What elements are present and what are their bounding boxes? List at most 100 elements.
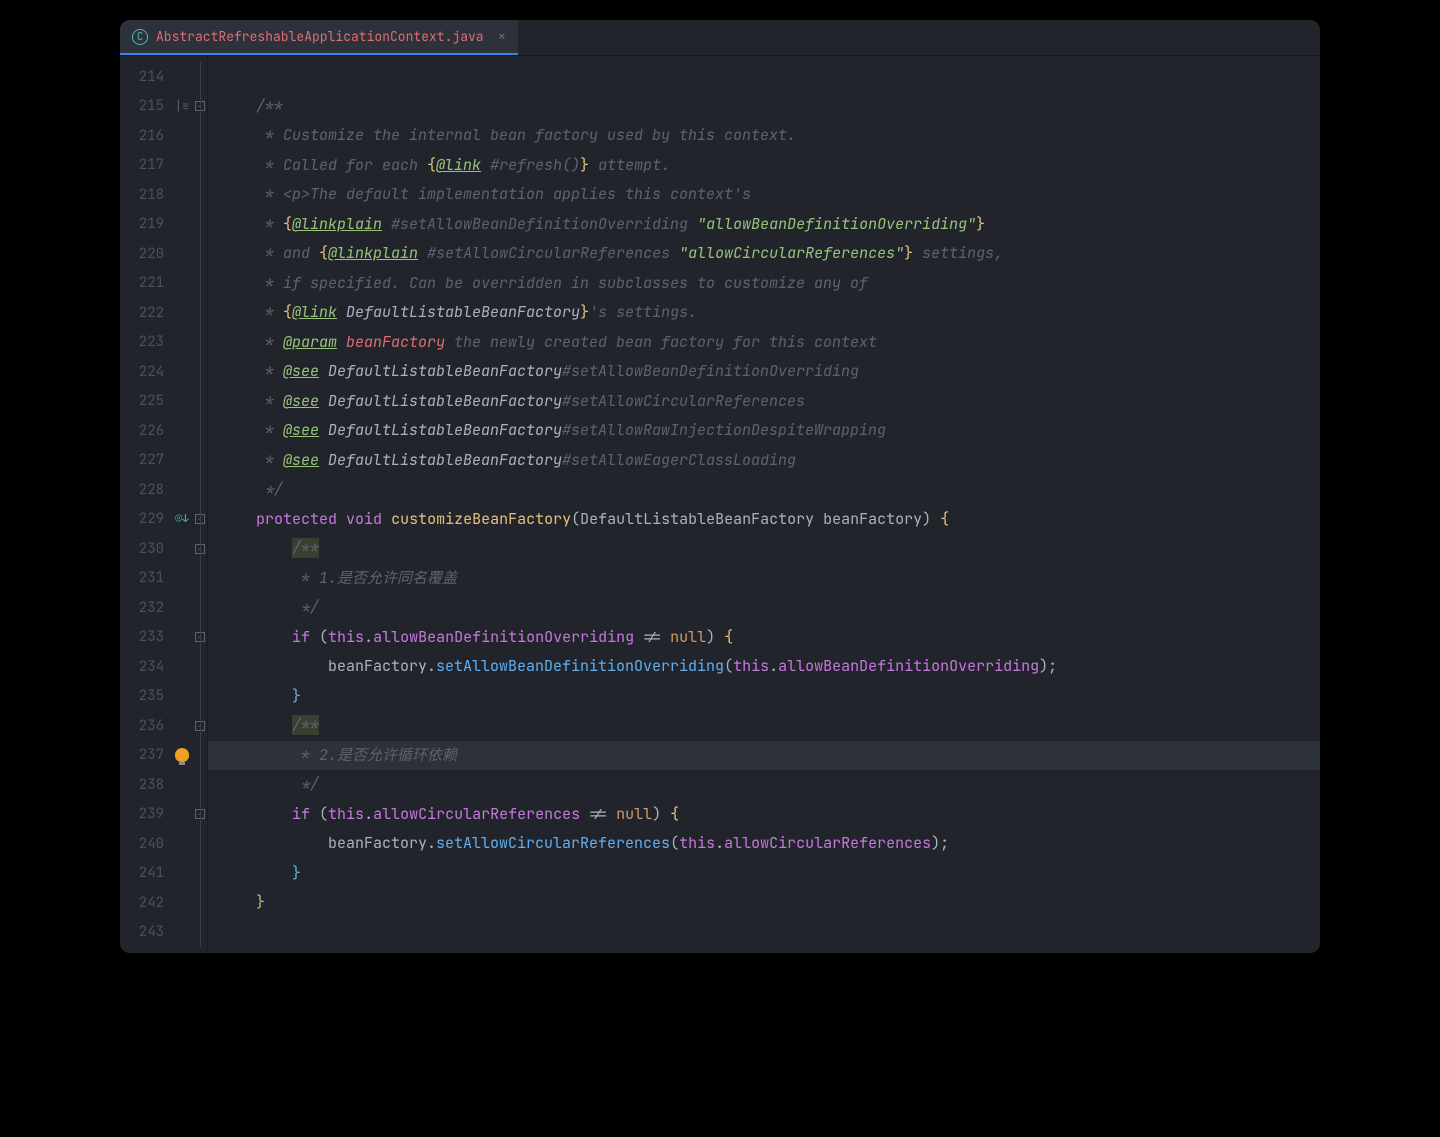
code-line[interactable]: protected void customizeBeanFactory(Defa… xyxy=(208,505,1320,535)
code-line[interactable]: if (this.allowCircularReferences != null… xyxy=(208,800,1320,830)
line-number[interactable]: 216 xyxy=(132,121,164,151)
line-number[interactable]: 233 xyxy=(132,623,164,653)
line-number[interactable]: 236 xyxy=(132,711,164,741)
line-number[interactable]: 240 xyxy=(132,829,164,859)
code-line-current[interactable]: * 2.是否允许循环依赖 xyxy=(208,741,1320,771)
line-number[interactable]: 219 xyxy=(132,210,164,240)
line-number[interactable]: 237 xyxy=(132,741,164,771)
code-line[interactable]: * {@link DefaultListableBeanFactory}'s s… xyxy=(208,298,1320,328)
code-line[interactable]: } xyxy=(208,682,1320,712)
fold-collapse-icon[interactable]: − xyxy=(195,101,205,111)
line-number[interactable]: 242 xyxy=(132,888,164,918)
fold-marker[interactable] xyxy=(192,239,207,269)
fold-marker[interactable] xyxy=(192,475,207,505)
line-number[interactable]: 225 xyxy=(132,387,164,417)
line-number[interactable]: 222 xyxy=(132,298,164,328)
fold-collapse-icon[interactable]: − xyxy=(195,632,205,642)
line-number[interactable]: 229 xyxy=(132,505,164,535)
line-number[interactable]: 224 xyxy=(132,357,164,387)
fold-marker[interactable] xyxy=(192,269,207,299)
code-line[interactable]: */ xyxy=(208,475,1320,505)
fold-marker[interactable] xyxy=(192,446,207,476)
fold-collapse-icon[interactable]: − xyxy=(195,809,205,819)
fold-marker[interactable] xyxy=(192,151,207,181)
line-number[interactable]: 238 xyxy=(132,770,164,800)
fold-marker[interactable]: − xyxy=(192,505,207,535)
code-line[interactable]: /** xyxy=(208,711,1320,741)
fold-marker[interactable] xyxy=(192,387,207,417)
fold-marker[interactable] xyxy=(192,859,207,889)
fold-collapse-icon[interactable]: − xyxy=(195,514,205,524)
code-line[interactable]: * @see DefaultListableBeanFactory#setAll… xyxy=(208,357,1320,387)
code-line[interactable] xyxy=(208,918,1320,948)
code-line[interactable]: * 1.是否允许同名覆盖 xyxy=(208,564,1320,594)
fold-marker[interactable]: − xyxy=(192,92,207,122)
line-number[interactable]: 226 xyxy=(132,416,164,446)
line-number[interactable]: 227 xyxy=(132,446,164,476)
line-number[interactable]: 235 xyxy=(132,682,164,712)
line-number[interactable]: 215 xyxy=(132,92,164,122)
fold-marker[interactable] xyxy=(192,770,207,800)
fold-marker[interactable] xyxy=(192,888,207,918)
fold-marker[interactable] xyxy=(192,593,207,623)
code-line[interactable] xyxy=(208,62,1320,92)
fold-marker[interactable] xyxy=(192,328,207,358)
file-tab[interactable]: C AbstractRefreshableApplicationContext.… xyxy=(120,20,518,55)
code-line[interactable]: /** xyxy=(208,534,1320,564)
code-line[interactable]: beanFactory.setAllowCircularReferences(t… xyxy=(208,829,1320,859)
override-icon[interactable]: ◎↓ xyxy=(175,512,188,526)
code-line[interactable]: * {@linkplain #setAllowBeanDefinitionOve… xyxy=(208,210,1320,240)
fold-marker[interactable] xyxy=(192,121,207,151)
fold-marker[interactable] xyxy=(192,416,207,446)
code-line[interactable]: */ xyxy=(208,593,1320,623)
code-line[interactable]: * @see DefaultListableBeanFactory#setAll… xyxy=(208,446,1320,476)
line-number[interactable]: 231 xyxy=(132,564,164,594)
fold-collapse-icon[interactable]: − xyxy=(195,544,205,554)
code-line[interactable]: if (this.allowBeanDefinitionOverriding !… xyxy=(208,623,1320,653)
code-line[interactable]: } xyxy=(208,859,1320,889)
fold-marker[interactable] xyxy=(192,682,207,712)
code-line[interactable]: * @see DefaultListableBeanFactory#setAll… xyxy=(208,416,1320,446)
line-number[interactable]: 228 xyxy=(132,475,164,505)
fold-marker[interactable] xyxy=(192,652,207,682)
fold-marker[interactable] xyxy=(192,298,207,328)
fold-marker[interactable] xyxy=(192,210,207,240)
fold-marker[interactable]: − xyxy=(192,711,207,741)
line-number[interactable]: 234 xyxy=(132,652,164,682)
code-line[interactable]: * Called for each {@link #refresh()} att… xyxy=(208,151,1320,181)
intention-bulb-icon[interactable] xyxy=(175,748,189,762)
code-line[interactable]: /** xyxy=(208,92,1320,122)
code-line[interactable]: * @param beanFactory the newly created b… xyxy=(208,328,1320,358)
line-number[interactable]: 232 xyxy=(132,593,164,623)
code-line[interactable]: * @see DefaultListableBeanFactory#setAll… xyxy=(208,387,1320,417)
code-line[interactable]: */ xyxy=(208,770,1320,800)
line-number[interactable]: 243 xyxy=(132,918,164,948)
line-number[interactable]: 217 xyxy=(132,151,164,181)
fold-marker[interactable] xyxy=(192,741,207,771)
code-area[interactable]: /** * Customize the internal bean factor… xyxy=(208,56,1320,953)
line-number[interactable]: 223 xyxy=(132,328,164,358)
code-line[interactable]: * <p>The default implementation applies … xyxy=(208,180,1320,210)
fold-marker[interactable] xyxy=(192,564,207,594)
fold-marker[interactable]: − xyxy=(192,800,207,830)
line-number[interactable]: 218 xyxy=(132,180,164,210)
line-number[interactable]: 214 xyxy=(132,62,164,92)
fold-marker[interactable]: − xyxy=(192,623,207,653)
line-number[interactable]: 239 xyxy=(132,800,164,830)
fold-collapse-icon[interactable]: − xyxy=(195,721,205,731)
fold-marker[interactable] xyxy=(192,918,207,948)
line-number[interactable]: 230 xyxy=(132,534,164,564)
close-icon[interactable]: × xyxy=(498,28,506,46)
code-line[interactable]: * if specified. Can be overridden in sub… xyxy=(208,269,1320,299)
line-number[interactable]: 221 xyxy=(132,269,164,299)
line-number[interactable]: 241 xyxy=(132,859,164,889)
fold-marker[interactable] xyxy=(192,829,207,859)
fold-marker[interactable] xyxy=(192,357,207,387)
code-line[interactable]: } xyxy=(208,888,1320,918)
code-line[interactable]: beanFactory.setAllowBeanDefinitionOverri… xyxy=(208,652,1320,682)
fold-marker[interactable] xyxy=(192,62,207,92)
line-number[interactable]: 220 xyxy=(132,239,164,269)
code-line[interactable]: * and {@linkplain #setAllowCircularRefer… xyxy=(208,239,1320,269)
fold-marker[interactable] xyxy=(192,180,207,210)
fold-marker[interactable]: − xyxy=(192,534,207,564)
